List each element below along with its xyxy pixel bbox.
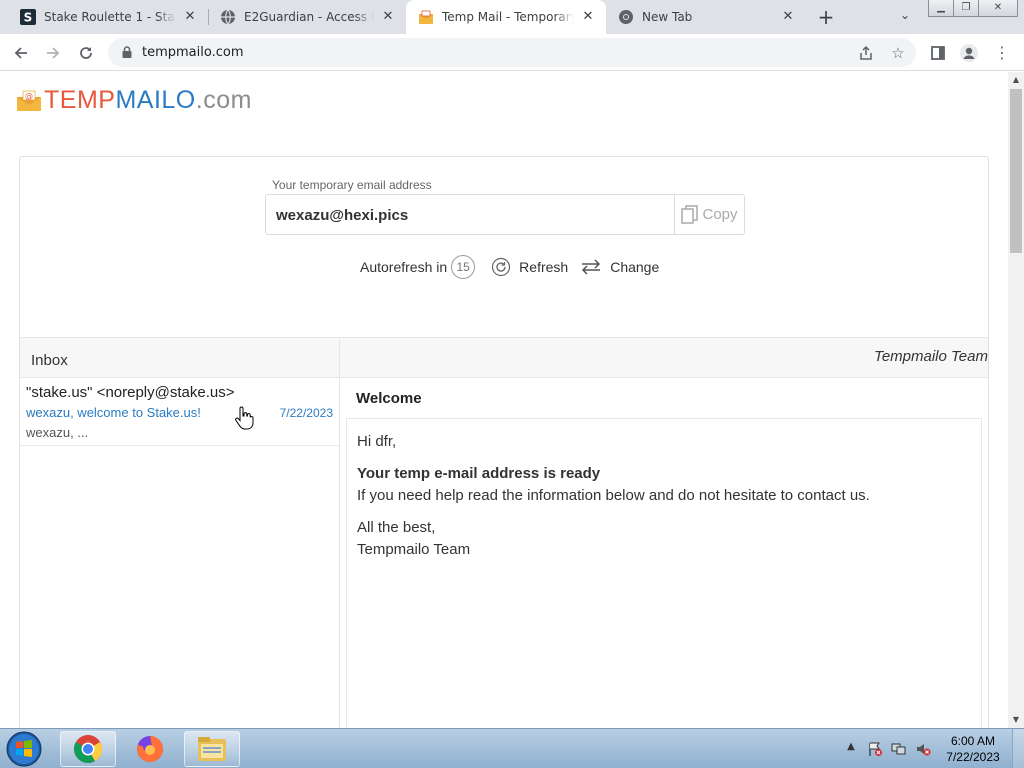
restore-button[interactable]: ❐ [953,0,979,17]
tab-strip: S Stake Roulette 1 - Stake.us ✕ E2Guardi… [0,0,1024,34]
reload-button[interactable] [74,41,98,65]
action-center-flag-icon[interactable] [866,741,884,757]
address-bar[interactable]: tempmailo.com ☆ [108,38,916,67]
message-body: Hi dfr, Your temp e-mail address is read… [346,418,982,728]
clock-time: 6:00 AM [950,734,996,748]
tab-new-tab[interactable]: New Tab ✕ [606,0,806,34]
chevron-down-icon[interactable]: ⌄ [896,8,914,26]
taskbar-file-explorer[interactable] [184,731,240,767]
copy-label: Copy [702,206,738,223]
email-address-value: wexazu@hexi.pics [276,207,409,224]
address-label: Your temporary email address [272,178,432,192]
browser-toolbar: tempmailo.com ☆ ⋮ [0,34,1024,71]
tab-stake-roulette[interactable]: S Stake Roulette 1 - Stake.us ✕ [8,0,208,34]
file-explorer-icon [198,737,226,761]
envelope-icon [418,9,434,25]
windows-taskbar: ▲ 6:00 AM 7/22/2023 [0,728,1024,768]
message-preview: wexazu, ... [26,425,89,440]
share-icon[interactable] [856,45,876,61]
show-desktop-button[interactable] [1012,729,1024,768]
mailbox-actions: Autorefresh in 15 Refresh Change [360,255,659,279]
site-logo[interactable]: @ TEMP MAILO .com [16,86,252,114]
logo-envelope-icon: @ [16,89,42,111]
minimize-button[interactable]: ▁ [928,0,954,17]
forward-button[interactable] [41,41,65,65]
chrome-icon [74,735,102,763]
message-greeting: Hi dfr, [357,433,397,450]
browser-menu-icon[interactable]: ⋮ [991,42,1013,64]
autorefresh-label: Autorefresh in [360,259,448,275]
taskbar-chrome[interactable] [60,731,116,767]
hand-cursor-icon [235,406,254,430]
inbox-header: Inbox [20,337,340,378]
inbox-title: Inbox [31,352,68,369]
volume-muted-icon[interactable] [914,741,932,757]
copy-icon [681,204,699,224]
message-from: "stake.us" <noreply@stake.us> [26,384,235,401]
autorefresh-countdown: 15 [451,255,476,279]
message-signoff: All the best, [357,519,436,536]
refresh-icon [492,257,511,277]
lock-icon [122,46,132,58]
refresh-label: Refresh [519,259,569,275]
taskbar-clock[interactable]: 6:00 AM 7/22/2023 [936,733,1010,765]
email-address-field[interactable]: wexazu@hexi.pics Copy [265,194,745,235]
system-tray: ▲ [842,729,938,768]
tab-title: New Tab [642,10,693,24]
refresh-button[interactable]: Refresh [491,257,568,277]
close-tab-icon[interactable]: ✕ [580,9,596,25]
message-signature: Tempmailo Team [357,541,471,558]
swap-arrows-icon [582,259,601,275]
side-panel-icon[interactable] [927,42,949,64]
new-tab-button[interactable]: + [815,6,837,28]
message-subject-link[interactable]: wexazu, welcome to Stake.us! [26,405,201,420]
logo-word-com: .com [195,85,252,114]
message-text: If you need help read the information be… [357,487,870,504]
copy-button[interactable]: Copy [674,195,744,234]
mailbox-card: Your temporary email address wexazu@hexi… [19,156,989,728]
stake-icon: S [20,9,36,25]
scroll-up-arrow-icon[interactable]: ▲ [1008,72,1024,88]
tab-title: Temp Mail - Temporary Disposable Email [442,10,574,24]
network-icon[interactable] [890,741,908,757]
logo-word-mailo: MAILO [115,85,196,114]
bookmark-star-icon[interactable]: ☆ [888,45,908,61]
tab-e2guardian[interactable]: E2Guardian - Access Denied ✕ [208,0,406,34]
message-reading-pane: Welcome Hi dfr, Your temp e-mail address… [340,378,988,728]
logo-word-temp: TEMP [44,85,116,114]
scrollbar-thumb[interactable] [1010,89,1022,253]
firefox-icon [137,736,163,762]
tab-temp-mail[interactable]: Temp Mail - Temporary Disposable Email ✕ [406,0,606,34]
start-button[interactable] [4,730,44,768]
inbox-list: "stake.us" <noreply@stake.us> wexazu, we… [20,378,340,728]
close-window-button[interactable]: ✕ [978,0,1018,17]
change-button[interactable]: Change [580,258,659,276]
tab-title: E2Guardian - Access Denied [244,10,374,24]
svg-text:@: @ [25,92,33,101]
message-date: 7/22/2023 [279,406,333,420]
tray-expand-icon[interactable]: ▲ [842,741,860,757]
scroll-down-arrow-icon[interactable]: ▼ [1008,712,1024,728]
message-sender-name: Tempmailo Team [874,348,988,365]
globe-icon [220,9,236,25]
url-text: tempmailo.com [142,45,244,60]
close-tab-icon[interactable]: ✕ [182,9,198,25]
svg-text:S: S [24,11,33,25]
tab-title: Stake Roulette 1 - Stake.us [44,10,176,24]
message-heading: Your temp e-mail address is ready [357,465,601,482]
close-tab-icon[interactable]: ✕ [780,9,796,25]
clock-date: 7/22/2023 [946,750,1000,764]
chrome-icon [618,9,634,25]
inbox-message-item[interactable]: "stake.us" <noreply@stake.us> wexazu, we… [20,378,339,446]
message-subject: Welcome [356,390,422,407]
page-content: @ TEMP MAILO .com Your temporary email add… [0,72,1008,728]
back-button[interactable] [9,41,33,65]
change-label: Change [610,259,660,275]
message-header: Tempmailo Team [340,337,988,378]
page-scrollbar[interactable]: ▲ ▼ [1008,72,1024,728]
profile-avatar-icon[interactable] [958,42,980,64]
close-tab-icon[interactable]: ✕ [380,9,396,25]
taskbar-firefox[interactable] [122,731,178,767]
